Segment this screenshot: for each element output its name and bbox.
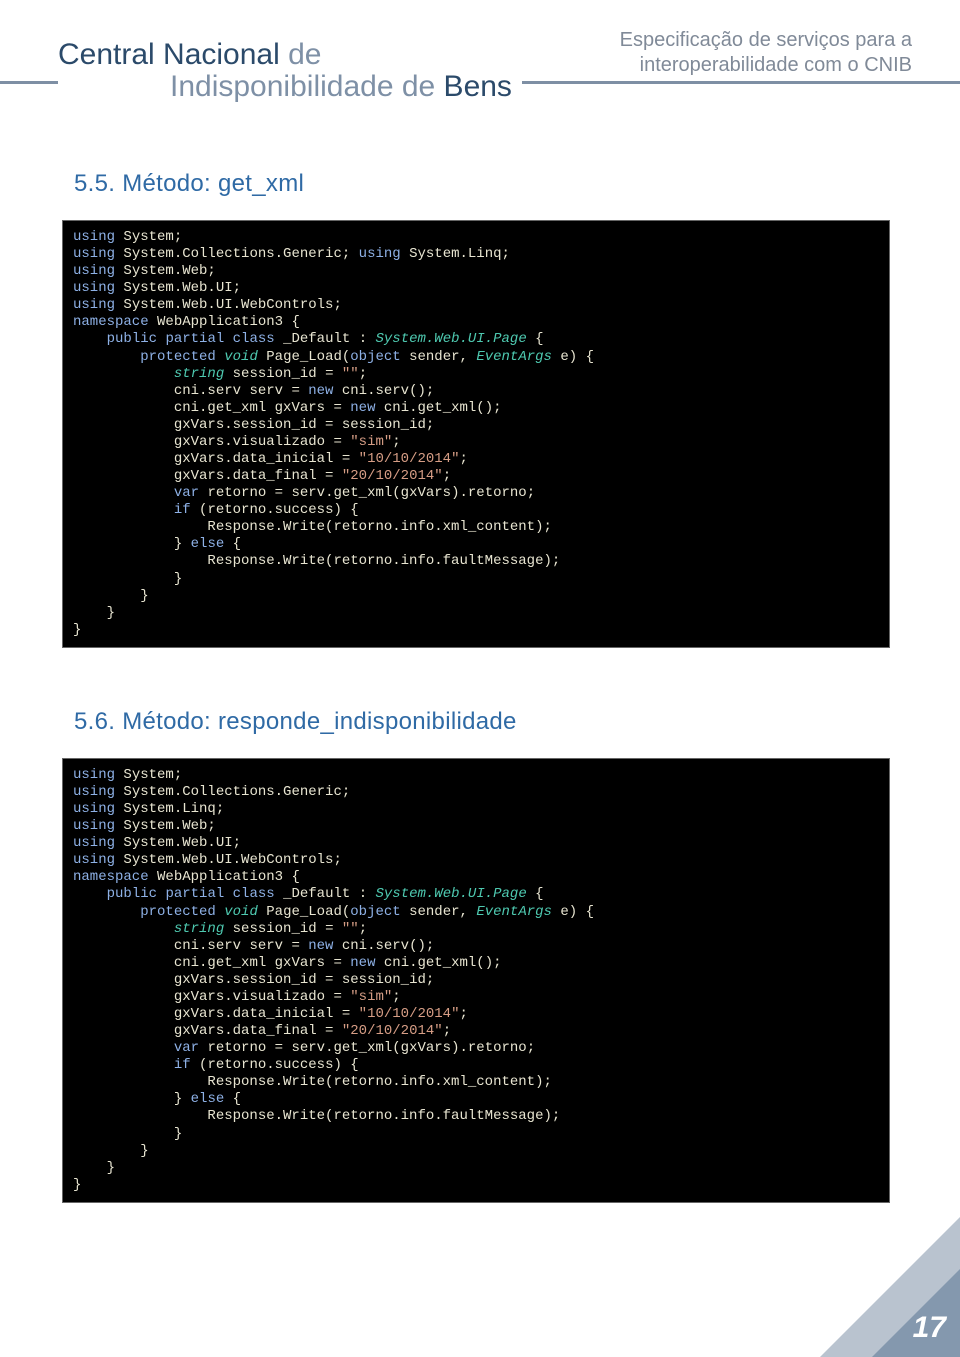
page-header: Central Nacional de Indisponibilidade de… <box>0 0 960 135</box>
logo-line-2: Indisponibilidade de Bens <box>170 72 512 102</box>
section-heading-5-6: 5.6. Método: responde_indisponibilidade <box>74 708 908 736</box>
page-number: 17 <box>913 1311 946 1345</box>
logo-line-1: Central Nacional de <box>58 40 512 70</box>
header-subtitle: Especificação de serviços para a interop… <box>610 28 912 78</box>
code-block-get-xml: using System; using System.Collections.G… <box>62 220 890 648</box>
section-heading-5-5: 5.5. Método: get_xml <box>74 170 908 198</box>
logo: Central Nacional de Indisponibilidade de… <box>58 40 522 102</box>
code-block-responde-indisponibilidade: using System; using System.Collections.G… <box>62 758 890 1203</box>
